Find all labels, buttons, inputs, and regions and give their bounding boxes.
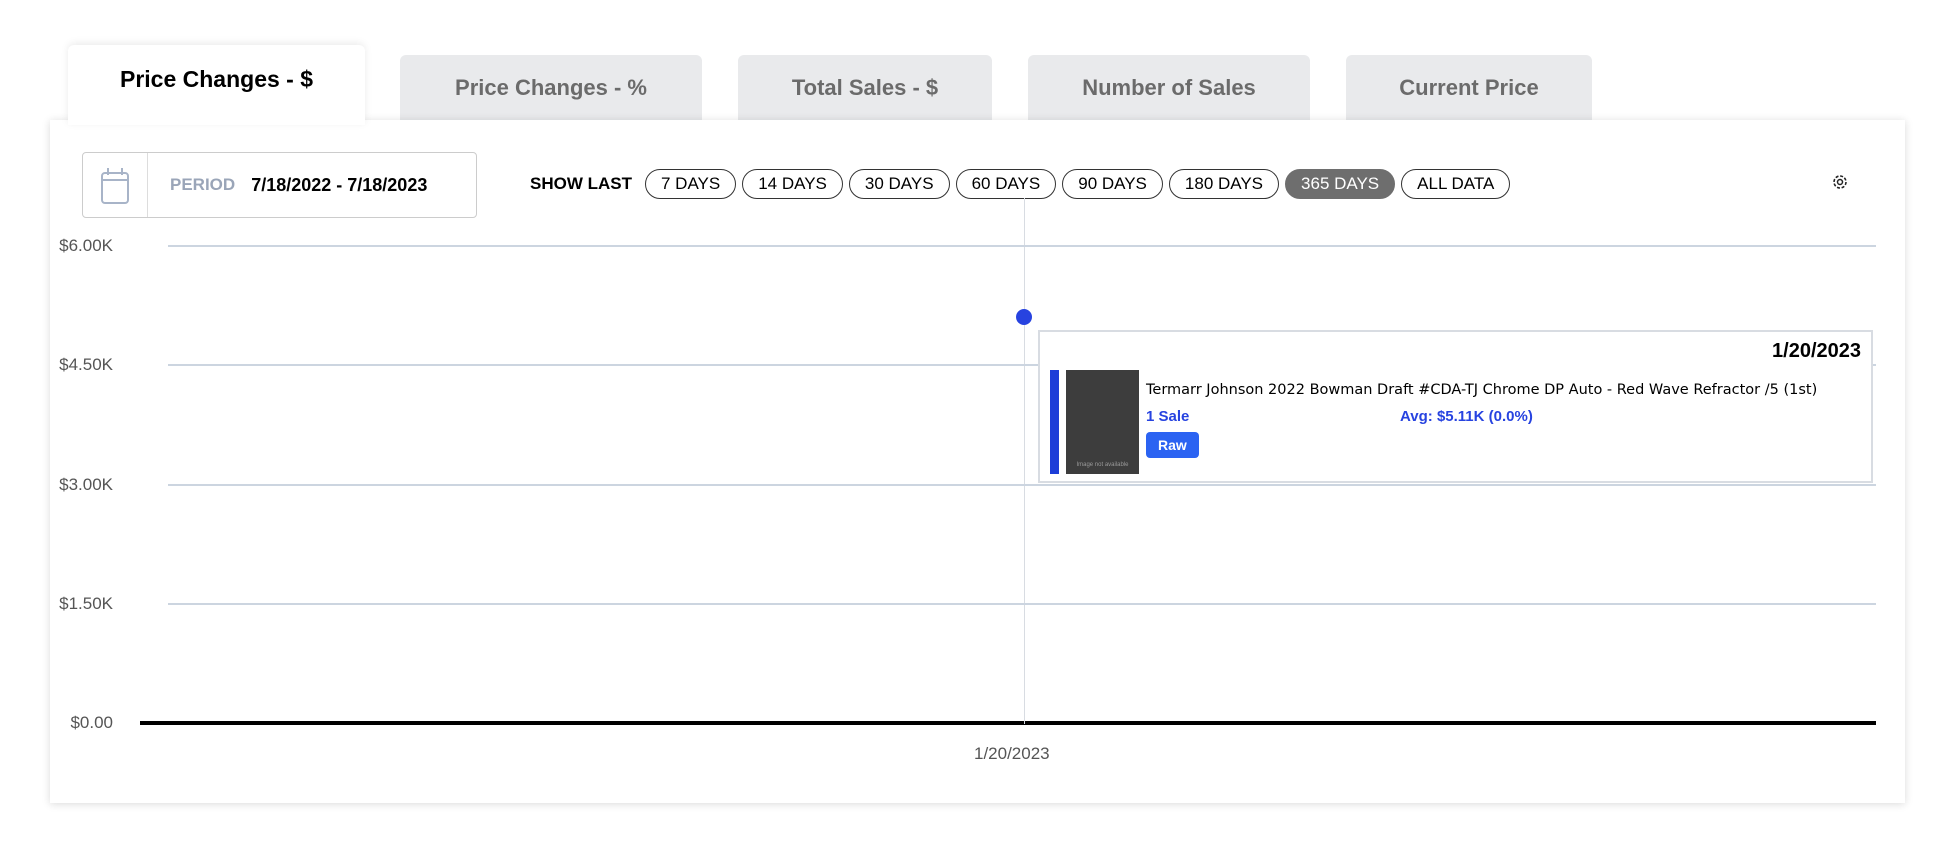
y-tick-label: $6.00K	[59, 236, 113, 255]
y-tick-label: $0.00	[70, 713, 113, 732]
range-all-data[interactable]: ALL DATA	[1401, 169, 1511, 199]
tooltip-sales-count: 1 Sale	[1146, 408, 1190, 425]
period-label: PERIOD	[170, 175, 236, 194]
tooltip-date: 1/20/2023	[1772, 340, 1861, 362]
period-value: 7/18/2022 - 7/18/2023	[251, 174, 428, 195]
period-picker[interactable]: PERIOD 7/18/2022 - 7/18/2023	[82, 152, 477, 218]
range-365-days[interactable]: 365 DAYS	[1285, 169, 1396, 199]
gridline	[168, 483, 1876, 486]
range-30-days[interactable]: 30 DAYS	[848, 169, 950, 199]
tab-number-of-sales[interactable]: Number of Sales	[1028, 55, 1310, 121]
range-14-days[interactable]: 14 DAYS	[742, 169, 843, 199]
tab-current-price[interactable]: Current Price	[1346, 55, 1592, 121]
tab-price-changes-dollar[interactable]: Price Changes - $	[68, 45, 365, 125]
tooltip-average: Avg: $5.11K (0.0%)	[1400, 408, 1533, 425]
gridline	[168, 245, 1876, 247]
y-tick-label: $4.50K	[59, 355, 113, 375]
range-90-days[interactable]: 90 DAYS	[1062, 169, 1163, 199]
data-point[interactable]	[1016, 308, 1032, 325]
card-image-placeholder: Image not available	[1066, 370, 1139, 474]
tab-total-sales[interactable]: Total Sales - $	[738, 55, 992, 121]
range-buttons: 7 DAYS 14 DAYS 30 DAYS 60 DAYS 90 DAYS 1…	[645, 169, 1511, 199]
raw-badge[interactable]: Raw	[1146, 432, 1199, 458]
x-tick-label: 1/20/2023	[974, 744, 1050, 763]
range-60-days[interactable]: 60 DAYS	[955, 169, 1057, 199]
tooltip: 1/20/2023 Image not available Termarr Jo…	[1038, 330, 1873, 483]
hover-crosshair	[1024, 198, 1025, 724]
show-last-label: SHOW LAST	[530, 174, 632, 193]
calendar-icon	[83, 153, 148, 217]
series-color-bar	[1050, 370, 1059, 474]
tab-price-changes-percent[interactable]: Price Changes - %	[400, 55, 702, 121]
gridline	[168, 602, 1876, 605]
chart-card: PERIOD 7/18/2022 - 7/18/2023 SHOW LAST 7…	[50, 120, 1905, 803]
range-7-days[interactable]: 7 DAYS	[645, 169, 737, 199]
zero-axis-line	[140, 721, 1876, 725]
y-tick-label: $3.00K	[59, 474, 113, 494]
range-180-days[interactable]: 180 DAYS	[1168, 169, 1280, 199]
tooltip-item-title: Termarr Johnson 2022 Bowman Draft #CDA-T…	[1146, 382, 1818, 398]
gear-icon[interactable]	[1830, 172, 1850, 197]
image-placeholder-text: Image not available	[1076, 462, 1129, 468]
y-tick-label: $1.50K	[59, 593, 113, 613]
